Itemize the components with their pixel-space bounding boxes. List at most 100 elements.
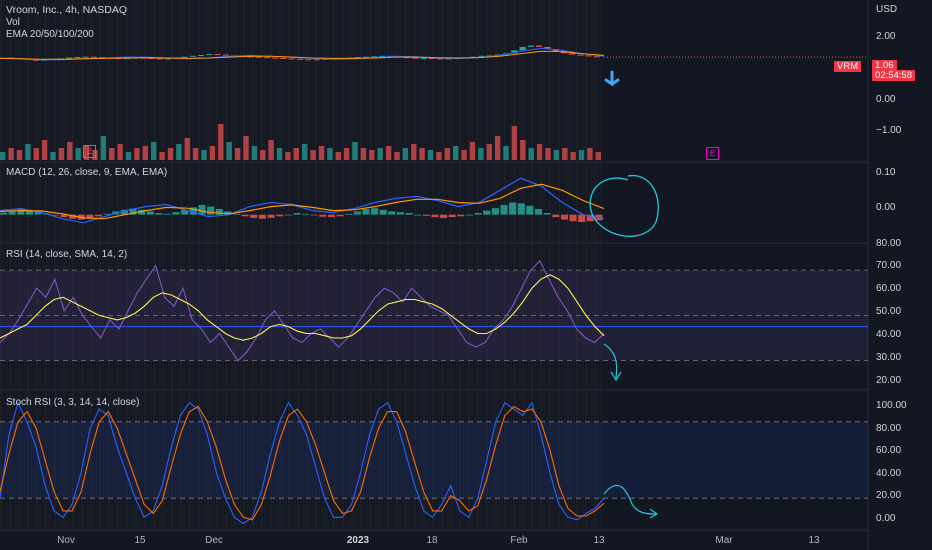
volume-bar	[260, 150, 266, 160]
volume-bar	[553, 150, 560, 160]
price-candle	[222, 54, 229, 56]
x-tick-label: Feb	[510, 535, 528, 546]
price-candle	[272, 57, 279, 59]
macd-histogram-bar	[267, 214, 275, 218]
volume-bar	[369, 150, 375, 160]
volume-bar	[67, 142, 73, 160]
ema-label: EMA 20/50/100/200	[6, 29, 94, 40]
macd-histogram-bar	[569, 214, 577, 222]
macd-histogram-bar	[146, 211, 154, 215]
volume-bar	[58, 148, 65, 160]
earnings-marker-upcoming[interactable]: E	[706, 147, 719, 160]
countdown-tag: 02:54:58	[872, 70, 915, 81]
macd-histogram-bar	[474, 213, 482, 215]
volume-bar	[520, 140, 526, 160]
macd-histogram-bar	[198, 204, 206, 215]
macd-histogram-bar	[379, 209, 387, 215]
volume-bar	[444, 148, 450, 160]
price-candle	[197, 55, 205, 56]
macd-histogram-bar	[578, 214, 586, 222]
volume-bar	[243, 136, 249, 160]
volume-bar	[310, 150, 316, 160]
macd-title: MACD (12, 26, close, 9, EMA, EMA)	[6, 167, 168, 178]
volume-bar	[218, 124, 224, 160]
volume-bar	[528, 148, 534, 160]
volume-bar	[184, 138, 190, 160]
price-candle	[569, 53, 576, 55]
price-candle	[593, 56, 600, 58]
macd-histogram-bar	[336, 214, 344, 217]
rsi-tick: 30.00	[876, 352, 902, 363]
volume-bar	[285, 152, 291, 160]
stoch-tick: 80.00	[876, 423, 902, 434]
macd-histogram-bar	[552, 214, 560, 218]
price-candle	[313, 59, 320, 61]
volume-bar	[100, 136, 107, 160]
x-tick-label: 18	[426, 535, 438, 546]
volume-bar	[453, 146, 459, 160]
volume-bar	[226, 142, 232, 160]
stoch-rsi-title: Stoch RSI (3, 3, 14, 14, close)	[6, 397, 140, 408]
volume-bar	[109, 148, 115, 160]
macd-histogram-bar	[448, 214, 456, 218]
rsi-tick: 80.00	[876, 238, 902, 249]
macd-histogram-bar	[388, 211, 396, 215]
volume-bar	[0, 152, 6, 160]
volume-bar	[50, 152, 56, 160]
price-candle	[412, 57, 419, 59]
price-candle	[181, 56, 188, 58]
stoch-tick: 20.00	[876, 490, 902, 501]
macd-histogram-bar	[94, 214, 102, 217]
price-candle	[288, 58, 295, 60]
macd-histogram-bar	[396, 212, 404, 215]
x-tick-label-year: 2023	[346, 535, 370, 546]
chart-canvas[interactable]	[0, 0, 932, 550]
rsi-tick: 40.00	[876, 329, 902, 340]
macd-histogram-bar	[491, 208, 499, 215]
macd-tick: 0.10	[876, 167, 896, 178]
macd-histogram-bar	[155, 213, 163, 215]
macd-histogram-bar	[362, 209, 370, 215]
volume-bar	[33, 148, 39, 160]
macd-histogram-bar	[560, 214, 568, 220]
x-tick-label: Dec	[205, 535, 223, 546]
earnings-marker[interactable]: E	[83, 145, 96, 158]
macd-histogram-bar	[509, 202, 517, 215]
volume-bar	[151, 142, 157, 160]
macd-histogram-bar	[345, 213, 353, 215]
x-tick-label: 13	[593, 535, 605, 546]
volume-bar	[117, 144, 123, 160]
macd-tick: 0.00	[876, 202, 896, 213]
stoch-tick: 60.00	[876, 445, 902, 456]
price-candle	[519, 46, 526, 51]
macd-histogram-bar	[431, 214, 439, 218]
macd-histogram-bar	[517, 203, 525, 215]
x-tick-label: Mar	[715, 535, 733, 546]
volume-bar	[427, 150, 434, 160]
volume-bar	[411, 144, 417, 160]
macd-histogram-bar	[327, 214, 335, 218]
volume-bar	[176, 144, 182, 160]
volume-bar	[75, 148, 81, 160]
price-candle	[66, 57, 73, 59]
volume-bar	[335, 152, 341, 160]
price-candle	[189, 55, 196, 57]
volume-bar	[486, 144, 492, 160]
macd-histogram-bar	[310, 214, 318, 216]
volume-bar	[192, 148, 199, 160]
volume-bar	[293, 148, 299, 160]
rsi-tick: 20.00	[876, 375, 902, 386]
macd-histogram-bar	[440, 214, 448, 218]
macd-histogram-bar	[284, 214, 292, 216]
macd-histogram-bar	[526, 205, 534, 215]
rsi-tick: 60.00	[876, 283, 902, 294]
macd-histogram-bar	[215, 209, 223, 215]
stoch-tick: 40.00	[876, 468, 902, 479]
macd-histogram-bar	[371, 208, 379, 215]
volume-bar	[478, 148, 484, 160]
volume-bar	[562, 148, 568, 160]
macd-histogram-bar	[353, 211, 361, 215]
volume-label: Vol	[6, 17, 20, 28]
macd-histogram-bar	[302, 213, 310, 215]
price-candle	[577, 54, 584, 56]
